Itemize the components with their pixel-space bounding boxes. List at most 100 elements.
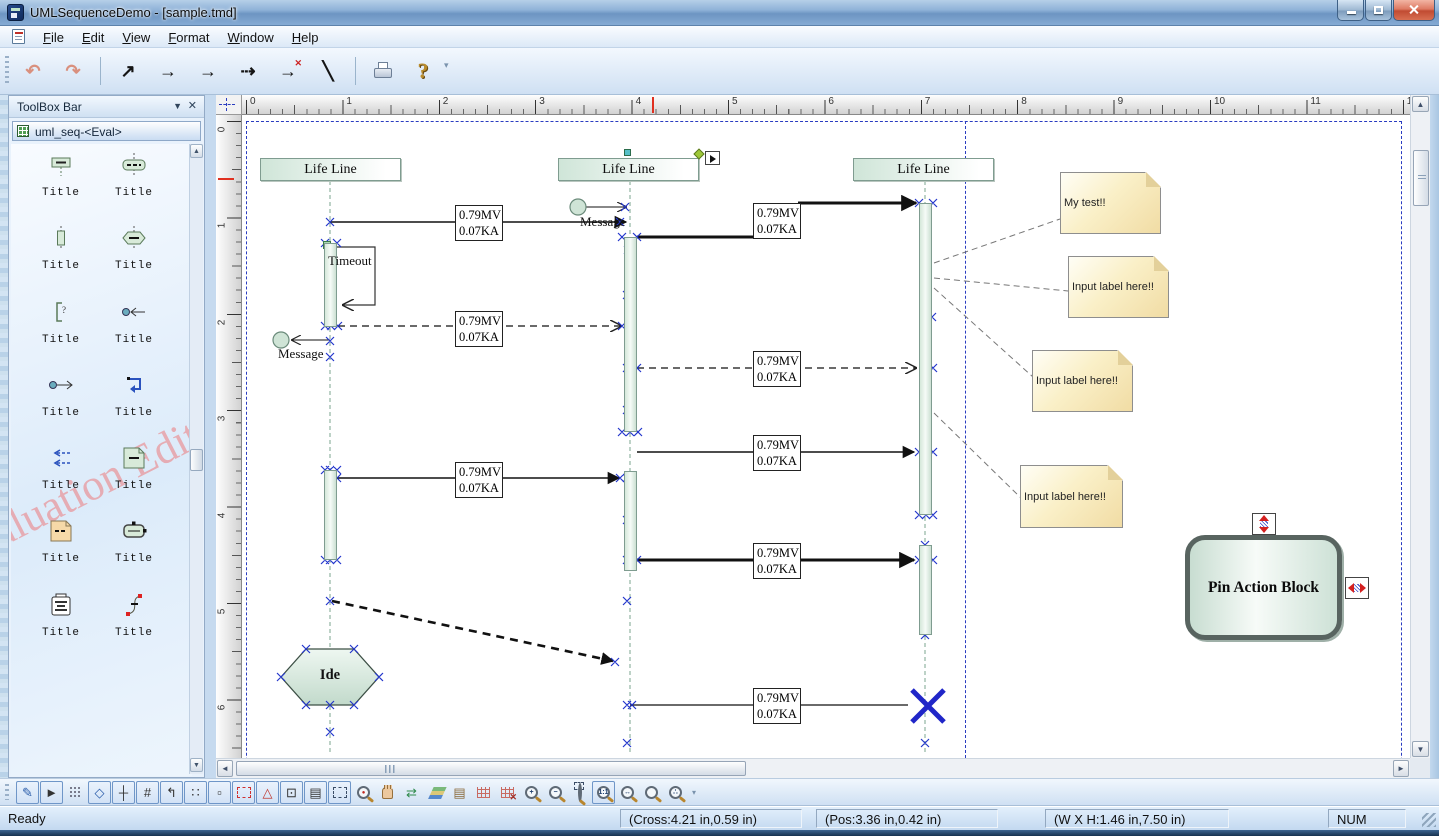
menu-view[interactable]: View xyxy=(113,28,159,47)
undo-icon[interactable]: ↶ xyxy=(14,54,52,88)
snap-grid-icon[interactable]: # xyxy=(136,781,159,804)
scroll-down-icon[interactable]: ▼ xyxy=(190,758,203,772)
help-icon[interactable]: ? xyxy=(404,54,442,88)
activation-bar[interactable] xyxy=(919,545,932,635)
toolbox-item-return-message[interactable]: Title xyxy=(26,443,96,507)
lifeline-header-2[interactable]: Life Line xyxy=(558,158,699,181)
navigator-icon[interactable]: ⇄ xyxy=(400,781,423,804)
lost-message-label[interactable]: Message xyxy=(278,346,324,362)
scroll-up-icon[interactable]: ▲ xyxy=(1412,96,1429,112)
found-message-icon[interactable] xyxy=(570,199,586,215)
layers-icon[interactable] xyxy=(424,781,447,804)
selection-handle[interactable] xyxy=(624,149,631,156)
activation-bar[interactable] xyxy=(624,471,637,571)
snap-object-icon[interactable]: ↰ xyxy=(160,781,183,804)
menu-format[interactable]: Format xyxy=(159,28,218,47)
note-shape[interactable]: Input label here!! xyxy=(1020,465,1123,528)
draw-tool-icon[interactable]: ✎ xyxy=(16,781,39,804)
scroll-right-icon[interactable]: ► xyxy=(1393,760,1409,777)
zoom-actual-icon[interactable]: 1:1 xyxy=(592,781,615,804)
pan-icon[interactable] xyxy=(376,781,399,804)
toolbox-item-note[interactable]: Title xyxy=(99,443,169,507)
toolbox-menu-icon[interactable]: ▼ xyxy=(173,101,182,111)
toolbar-grip[interactable] xyxy=(5,56,9,86)
zoom-page-icon[interactable] xyxy=(640,781,663,804)
scroll-down-icon[interactable]: ▼ xyxy=(1412,741,1429,757)
toolbar-overflow-chevron[interactable]: ▾ xyxy=(692,788,696,797)
message-label-box[interactable]: 0.79MV0.07KA xyxy=(455,205,503,241)
toolbox-header[interactable]: ToolBox Bar ▼ ✕ xyxy=(9,96,204,118)
activation-bar[interactable] xyxy=(324,470,337,560)
vertical-scroll-thumb[interactable] xyxy=(1413,150,1429,206)
activation-bar[interactable] xyxy=(919,203,932,515)
dashed-message-icon[interactable]: ⇢ xyxy=(229,54,267,88)
toolbox-item-action-block[interactable]: Title xyxy=(99,516,169,580)
select-box-icon[interactable] xyxy=(232,781,255,804)
note-shape[interactable]: Input label here!! xyxy=(1068,256,1169,318)
toolbox-item-lifeline[interactable]: Title xyxy=(26,150,96,214)
zoom-in-icon[interactable]: + xyxy=(520,781,543,804)
vertical-scrollbar[interactable]: ▲ ▼ xyxy=(1410,95,1430,758)
message-label-box[interactable]: 0.79MV0.07KA xyxy=(753,543,801,579)
pin-action-block[interactable]: Pin Action Block xyxy=(1185,535,1342,640)
menu-help[interactable]: Help xyxy=(283,28,328,47)
toolbox-item-send-message[interactable]: Title xyxy=(26,370,96,434)
minimize-button[interactable] xyxy=(1337,0,1364,21)
destroy-x-icon[interactable] xyxy=(912,690,944,722)
redo-icon[interactable]: ↷ xyxy=(54,54,92,88)
toolbox-item-activation[interactable]: Title xyxy=(26,223,96,287)
toolbox-item-continuation[interactable]: Title xyxy=(99,223,169,287)
toolbar-grip[interactable] xyxy=(5,784,9,800)
crop-tool-icon[interactable]: ⊡ xyxy=(280,781,303,804)
pin-right-icon[interactable] xyxy=(1345,577,1369,599)
note-shape[interactable]: My test!! xyxy=(1060,172,1161,234)
scroll-left-icon[interactable]: ◄ xyxy=(217,760,233,777)
zoom-objects-icon[interactable]: ∴ xyxy=(664,781,687,804)
toolbox-item-receive-message[interactable]: Title xyxy=(99,297,169,361)
toolbox-item-state-invariant[interactable]: Title xyxy=(99,150,169,214)
toolbox-item-self-message[interactable]: Title xyxy=(99,370,169,434)
message-label-box[interactable]: 0.79MV0.07KA xyxy=(455,462,503,498)
scroll-up-icon[interactable]: ▲ xyxy=(190,144,203,158)
toolbox-scroll-thumb[interactable] xyxy=(190,449,203,471)
region-select-icon[interactable] xyxy=(328,781,351,804)
toolbox-item-document[interactable]: Title xyxy=(26,590,96,654)
reshape-tool-icon[interactable]: ◇ xyxy=(88,781,111,804)
properties-icon[interactable]: ▤ xyxy=(448,781,471,804)
toolbox-close-icon[interactable]: ✕ xyxy=(188,99,197,112)
state-label[interactable]: Ide xyxy=(300,667,360,684)
toolbox-item-comment-note[interactable]: Title xyxy=(26,516,96,580)
guides-icon[interactable]: ┼ xyxy=(112,781,135,804)
toolbox-item-curve-connector[interactable]: Title xyxy=(99,590,169,654)
message-async-dashed[interactable] xyxy=(332,601,613,661)
toolbox-group-bar[interactable]: uml_seq-<Eval> xyxy=(12,121,201,141)
horizontal-scroll-thumb[interactable] xyxy=(236,761,746,776)
lifeline-header-3[interactable]: Life Line xyxy=(853,158,994,181)
message-label-box[interactable]: 0.79MV0.07KA xyxy=(753,435,801,471)
page-layout-icon[interactable]: ▤ xyxy=(304,781,327,804)
zoom-window-icon[interactable] xyxy=(568,781,591,804)
pin-top-icon[interactable] xyxy=(1252,513,1276,535)
solid-message-icon[interactable]: → xyxy=(149,54,187,88)
vertex-edit-icon[interactable]: △ xyxy=(256,781,279,804)
diagram-canvas[interactable]: Life Line Life Line Life Line 0.79MV0.07… xyxy=(242,115,1410,758)
message-label-box[interactable]: 0.79MV0.07KA xyxy=(753,351,801,387)
zoom-out-icon[interactable]: − xyxy=(544,781,567,804)
note-connector-icon[interactable]: ╲ xyxy=(309,54,347,88)
menu-edit[interactable]: Edit xyxy=(73,28,113,47)
message-label-box[interactable]: 0.79MV0.07KA xyxy=(753,203,801,239)
association-arrow-icon[interactable]: ↗ xyxy=(109,54,147,88)
resize-grip-icon[interactable] xyxy=(1422,813,1436,827)
toolbox-item-frame[interactable]: ?Title xyxy=(26,297,96,361)
grid-format-icon[interactable] xyxy=(472,781,495,804)
menu-window[interactable]: Window xyxy=(219,28,283,47)
snap-points-icon[interactable]: ∷ xyxy=(184,781,207,804)
found-message-label[interactable]: Message xyxy=(580,214,626,230)
message-label-box[interactable]: 0.79MV0.07KA xyxy=(753,688,801,724)
print-icon[interactable] xyxy=(364,54,402,88)
lifeline-header-1[interactable]: Life Line xyxy=(260,158,401,181)
toolbox-scrollbar[interactable]: ▲ ▼ xyxy=(189,144,203,774)
select-tool-icon[interactable]: ► xyxy=(40,781,63,804)
self-message-label[interactable]: Timeout xyxy=(328,253,372,269)
quick-action-icon[interactable] xyxy=(705,151,720,165)
